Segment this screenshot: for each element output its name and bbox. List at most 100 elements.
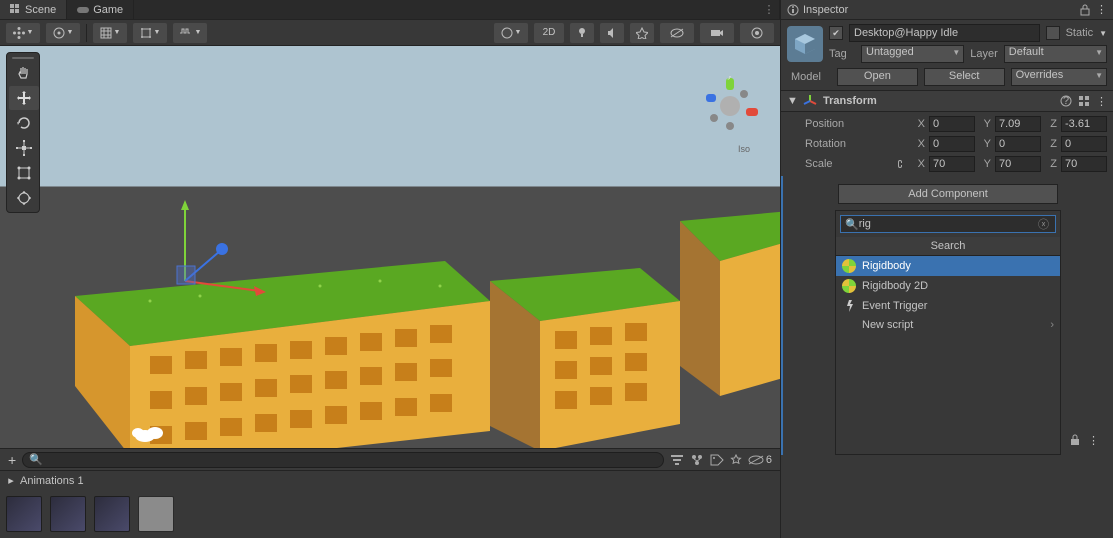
component-item-rigidbody[interactable]: Rigidbody: [836, 256, 1060, 276]
prefab-row: Model Open Select Overrides: [781, 67, 1113, 90]
add-component-button[interactable]: Add Component: [838, 184, 1058, 204]
star-icon[interactable]: [730, 454, 742, 466]
label-icon[interactable]: [710, 454, 724, 466]
lock-icon[interactable]: [1070, 434, 1080, 447]
hidden-icon[interactable]: 6: [748, 454, 772, 466]
object-name-input[interactable]: [849, 24, 1040, 42]
tool-handle-dropdown[interactable]: ▼: [6, 23, 40, 43]
anim-thumb[interactable]: [94, 496, 130, 532]
scale-y-input[interactable]: [995, 156, 1041, 172]
transform-header[interactable]: ▼ Transform ? ⋮: [781, 90, 1113, 112]
kebab-icon[interactable]: ⋮: [1096, 3, 1107, 16]
scene-game-tabs: Scene Game ⋮: [0, 0, 780, 20]
layer-label: Layer: [970, 48, 998, 60]
scale-x-input[interactable]: [929, 156, 975, 172]
orientation-gizmo[interactable]: y: [700, 76, 760, 136]
iso-label: Iso: [738, 144, 750, 154]
tab-scene[interactable]: Scene: [0, 0, 67, 19]
static-dropdown-icon[interactable]: ▼: [1099, 29, 1107, 38]
open-button[interactable]: Open: [837, 68, 918, 86]
chevron-right-icon: ›: [1050, 319, 1054, 331]
help-icon[interactable]: ?: [1060, 95, 1072, 107]
popup-header: Search: [836, 237, 1060, 256]
event-icon: [842, 299, 856, 313]
inspector-title: Inspector: [803, 4, 848, 16]
draw-mode-dropdown[interactable]: ▼: [494, 23, 528, 43]
tab-game-label: Game: [93, 4, 123, 16]
gamepad-icon: [77, 6, 89, 14]
add-component-popup: 🔍 ⓧ Search Rigidbody Rigidbody 2D Event …: [835, 210, 1061, 455]
clear-icon[interactable]: ⓧ: [1036, 216, 1051, 232]
transform-body: Position X Y Z Rotation X Y Z Scale X Y …: [781, 112, 1113, 176]
snap-dropdown[interactable]: ▼: [133, 23, 167, 43]
rotation-label: Rotation: [787, 138, 887, 150]
2d-toggle[interactable]: 2D: [534, 23, 564, 43]
lighting-toggle[interactable]: [570, 23, 594, 43]
project-toolbar: + 🔍 6 ⋮: [0, 448, 780, 470]
constrain-icon[interactable]: [891, 158, 909, 170]
inspector-tab-bar: Inspector ⋮: [781, 0, 1113, 20]
layer-dropdown[interactable]: Default: [1004, 45, 1107, 63]
info-icon: [787, 4, 799, 16]
component-search-input[interactable]: [859, 218, 1036, 230]
static-label: Static: [1066, 27, 1094, 39]
foldout-icon[interactable]: ▼: [787, 95, 797, 107]
component-item-new-script[interactable]: New script ›: [836, 316, 1060, 334]
anim-thumb[interactable]: [6, 496, 42, 532]
component-search[interactable]: 🔍 ⓧ: [840, 215, 1056, 233]
tab-scene-label: Scene: [25, 4, 56, 16]
camera-dropdown[interactable]: [700, 23, 734, 43]
gizmos-dropdown[interactable]: [740, 23, 774, 43]
animations-header[interactable]: ▸ Animations 1: [0, 470, 780, 490]
fx-toggle[interactable]: [630, 23, 654, 43]
gameobject-header: Static ▼ Tag Untagged Layer Default: [781, 20, 1113, 67]
physics-icon: [842, 259, 856, 273]
component-item-event-trigger[interactable]: Event Trigger: [836, 296, 1060, 316]
pivot-mode-dropdown[interactable]: ▼: [46, 23, 80, 43]
kebab-icon[interactable]: ⋮: [1088, 434, 1099, 447]
tag-dropdown[interactable]: Untagged: [861, 45, 964, 63]
kebab-icon[interactable]: ⋮: [1096, 95, 1107, 108]
animations-title: Animations 1: [20, 475, 84, 487]
hierarchy-icon[interactable]: [690, 454, 704, 466]
scale-z-input[interactable]: [1061, 156, 1107, 172]
viewport-corner-icons: ⋮: [1070, 434, 1099, 447]
transform-icon: [803, 94, 817, 108]
project-search[interactable]: 🔍: [22, 452, 664, 468]
component-item-rigidbody2d[interactable]: Rigidbody 2D: [836, 276, 1060, 296]
search-icon: 🔍: [845, 218, 859, 231]
increment-snap-dropdown[interactable]: ▼: [173, 23, 207, 43]
anim-thumb[interactable]: [50, 496, 86, 532]
svg-text:y: y: [727, 76, 733, 80]
add-icon[interactable]: +: [8, 452, 16, 468]
scale-label: Scale: [787, 158, 887, 170]
audio-toggle[interactable]: [600, 23, 624, 43]
foldout-icon[interactable]: ▸: [6, 474, 16, 487]
grid-snap-dropdown[interactable]: ▼: [93, 23, 127, 43]
active-checkbox[interactable]: [829, 26, 843, 40]
transform-gizmo[interactable]: [150, 196, 290, 316]
pos-x-input[interactable]: [929, 116, 975, 132]
overrides-dropdown[interactable]: Overrides: [1011, 68, 1107, 86]
filter-icon[interactable]: [670, 454, 684, 466]
static-checkbox[interactable]: [1046, 26, 1060, 40]
search-icon: 🔍: [29, 453, 43, 466]
physics-icon: [842, 279, 856, 293]
tab-menu-icon[interactable]: ⋮: [759, 0, 780, 19]
transform-title: Transform: [823, 95, 1054, 107]
visibility-toggle[interactable]: [660, 23, 694, 43]
rot-z-input[interactable]: [1061, 136, 1107, 152]
grid-icon: [10, 4, 21, 15]
rot-x-input[interactable]: [929, 136, 975, 152]
tab-game[interactable]: Game: [67, 0, 134, 19]
preset-icon[interactable]: [1078, 95, 1090, 107]
pos-z-input[interactable]: [1061, 116, 1107, 132]
anim-thumb[interactable]: [138, 496, 174, 532]
select-button[interactable]: Select: [924, 68, 1005, 86]
rot-y-input[interactable]: [995, 136, 1041, 152]
pos-y-input[interactable]: [995, 116, 1041, 132]
scene-viewport[interactable]: y Iso: [0, 46, 780, 448]
lock-icon[interactable]: [1080, 4, 1090, 16]
tag-label: Tag: [829, 48, 855, 60]
scene-toolbar: ▼ ▼ ▼ ▼ ▼ ▼ 2D: [0, 20, 780, 46]
